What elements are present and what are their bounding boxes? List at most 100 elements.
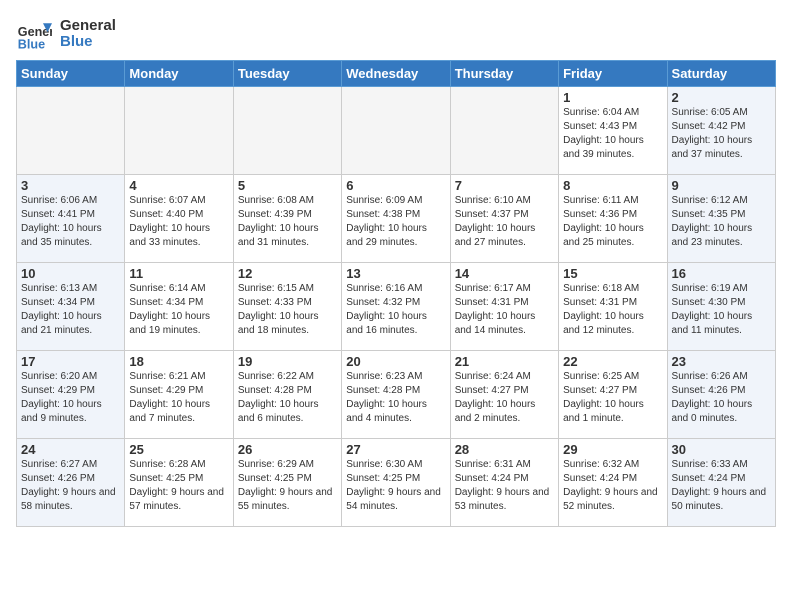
logo-blue: Blue	[60, 34, 116, 51]
calendar-week-5: 24Sunrise: 6:27 AM Sunset: 4:26 PM Dayli…	[17, 439, 776, 527]
logo-general: General	[60, 18, 116, 35]
calendar-cell: 18Sunrise: 6:21 AM Sunset: 4:29 PM Dayli…	[125, 351, 233, 439]
col-header-wednesday: Wednesday	[342, 61, 450, 87]
day-info: Sunrise: 6:11 AM Sunset: 4:36 PM Dayligh…	[563, 194, 662, 250]
day-info: Sunrise: 6:09 AM Sunset: 4:38 PM Dayligh…	[346, 194, 445, 250]
day-number: 2	[672, 90, 771, 105]
day-info: Sunrise: 6:18 AM Sunset: 4:31 PM Dayligh…	[563, 282, 662, 338]
logo-icon: General Blue	[16, 16, 52, 52]
col-header-friday: Friday	[559, 61, 667, 87]
calendar-cell	[233, 87, 341, 175]
day-number: 8	[563, 178, 662, 193]
calendar-cell: 7Sunrise: 6:10 AM Sunset: 4:37 PM Daylig…	[450, 175, 558, 263]
day-number: 30	[672, 442, 771, 457]
calendar-cell: 26Sunrise: 6:29 AM Sunset: 4:25 PM Dayli…	[233, 439, 341, 527]
day-info: Sunrise: 6:15 AM Sunset: 4:33 PM Dayligh…	[238, 282, 337, 338]
day-number: 4	[129, 178, 228, 193]
day-info: Sunrise: 6:21 AM Sunset: 4:29 PM Dayligh…	[129, 370, 228, 426]
calendar-cell: 21Sunrise: 6:24 AM Sunset: 4:27 PM Dayli…	[450, 351, 558, 439]
calendar-table: SundayMondayTuesdayWednesdayThursdayFrid…	[16, 60, 776, 527]
svg-text:Blue: Blue	[18, 37, 45, 51]
day-info: Sunrise: 6:16 AM Sunset: 4:32 PM Dayligh…	[346, 282, 445, 338]
calendar-cell: 16Sunrise: 6:19 AM Sunset: 4:30 PM Dayli…	[667, 263, 775, 351]
calendar-week-3: 10Sunrise: 6:13 AM Sunset: 4:34 PM Dayli…	[17, 263, 776, 351]
day-number: 1	[563, 90, 662, 105]
calendar-cell: 1Sunrise: 6:04 AM Sunset: 4:43 PM Daylig…	[559, 87, 667, 175]
day-number: 11	[129, 266, 228, 281]
day-number: 3	[21, 178, 120, 193]
day-info: Sunrise: 6:26 AM Sunset: 4:26 PM Dayligh…	[672, 370, 771, 426]
col-header-monday: Monday	[125, 61, 233, 87]
calendar-cell: 25Sunrise: 6:28 AM Sunset: 4:25 PM Dayli…	[125, 439, 233, 527]
day-info: Sunrise: 6:24 AM Sunset: 4:27 PM Dayligh…	[455, 370, 554, 426]
day-info: Sunrise: 6:14 AM Sunset: 4:34 PM Dayligh…	[129, 282, 228, 338]
day-info: Sunrise: 6:17 AM Sunset: 4:31 PM Dayligh…	[455, 282, 554, 338]
calendar-week-4: 17Sunrise: 6:20 AM Sunset: 4:29 PM Dayli…	[17, 351, 776, 439]
day-number: 12	[238, 266, 337, 281]
day-number: 13	[346, 266, 445, 281]
calendar-cell: 17Sunrise: 6:20 AM Sunset: 4:29 PM Dayli…	[17, 351, 125, 439]
calendar-cell: 30Sunrise: 6:33 AM Sunset: 4:24 PM Dayli…	[667, 439, 775, 527]
calendar-cell: 8Sunrise: 6:11 AM Sunset: 4:36 PM Daylig…	[559, 175, 667, 263]
day-number: 7	[455, 178, 554, 193]
calendar-week-2: 3Sunrise: 6:06 AM Sunset: 4:41 PM Daylig…	[17, 175, 776, 263]
calendar-cell: 29Sunrise: 6:32 AM Sunset: 4:24 PM Dayli…	[559, 439, 667, 527]
calendar-cell: 22Sunrise: 6:25 AM Sunset: 4:27 PM Dayli…	[559, 351, 667, 439]
calendar-cell: 9Sunrise: 6:12 AM Sunset: 4:35 PM Daylig…	[667, 175, 775, 263]
day-number: 16	[672, 266, 771, 281]
calendar-header-row: SundayMondayTuesdayWednesdayThursdayFrid…	[17, 61, 776, 87]
day-number: 29	[563, 442, 662, 457]
day-info: Sunrise: 6:32 AM Sunset: 4:24 PM Dayligh…	[563, 458, 662, 514]
day-info: Sunrise: 6:10 AM Sunset: 4:37 PM Dayligh…	[455, 194, 554, 250]
day-number: 19	[238, 354, 337, 369]
day-info: Sunrise: 6:05 AM Sunset: 4:42 PM Dayligh…	[672, 106, 771, 162]
calendar-cell: 2Sunrise: 6:05 AM Sunset: 4:42 PM Daylig…	[667, 87, 775, 175]
day-number: 14	[455, 266, 554, 281]
day-info: Sunrise: 6:27 AM Sunset: 4:26 PM Dayligh…	[21, 458, 120, 514]
day-info: Sunrise: 6:13 AM Sunset: 4:34 PM Dayligh…	[21, 282, 120, 338]
calendar-cell: 4Sunrise: 6:07 AM Sunset: 4:40 PM Daylig…	[125, 175, 233, 263]
calendar-cell: 27Sunrise: 6:30 AM Sunset: 4:25 PM Dayli…	[342, 439, 450, 527]
calendar-cell	[342, 87, 450, 175]
calendar-cell: 14Sunrise: 6:17 AM Sunset: 4:31 PM Dayli…	[450, 263, 558, 351]
calendar-cell: 15Sunrise: 6:18 AM Sunset: 4:31 PM Dayli…	[559, 263, 667, 351]
day-number: 20	[346, 354, 445, 369]
day-number: 10	[21, 266, 120, 281]
calendar-cell: 24Sunrise: 6:27 AM Sunset: 4:26 PM Dayli…	[17, 439, 125, 527]
calendar-cell: 11Sunrise: 6:14 AM Sunset: 4:34 PM Dayli…	[125, 263, 233, 351]
day-number: 6	[346, 178, 445, 193]
day-info: Sunrise: 6:31 AM Sunset: 4:24 PM Dayligh…	[455, 458, 554, 514]
day-info: Sunrise: 6:20 AM Sunset: 4:29 PM Dayligh…	[21, 370, 120, 426]
day-info: Sunrise: 6:06 AM Sunset: 4:41 PM Dayligh…	[21, 194, 120, 250]
day-info: Sunrise: 6:07 AM Sunset: 4:40 PM Dayligh…	[129, 194, 228, 250]
day-info: Sunrise: 6:28 AM Sunset: 4:25 PM Dayligh…	[129, 458, 228, 514]
col-header-sunday: Sunday	[17, 61, 125, 87]
day-number: 23	[672, 354, 771, 369]
day-info: Sunrise: 6:25 AM Sunset: 4:27 PM Dayligh…	[563, 370, 662, 426]
day-number: 25	[129, 442, 228, 457]
calendar-cell: 3Sunrise: 6:06 AM Sunset: 4:41 PM Daylig…	[17, 175, 125, 263]
calendar-cell: 10Sunrise: 6:13 AM Sunset: 4:34 PM Dayli…	[17, 263, 125, 351]
day-info: Sunrise: 6:08 AM Sunset: 4:39 PM Dayligh…	[238, 194, 337, 250]
page-header: General Blue General Blue	[16, 16, 776, 52]
day-info: Sunrise: 6:29 AM Sunset: 4:25 PM Dayligh…	[238, 458, 337, 514]
day-number: 21	[455, 354, 554, 369]
day-info: Sunrise: 6:12 AM Sunset: 4:35 PM Dayligh…	[672, 194, 771, 250]
day-number: 26	[238, 442, 337, 457]
calendar-cell: 5Sunrise: 6:08 AM Sunset: 4:39 PM Daylig…	[233, 175, 341, 263]
calendar-cell: 23Sunrise: 6:26 AM Sunset: 4:26 PM Dayli…	[667, 351, 775, 439]
day-number: 22	[563, 354, 662, 369]
day-info: Sunrise: 6:23 AM Sunset: 4:28 PM Dayligh…	[346, 370, 445, 426]
calendar-cell: 28Sunrise: 6:31 AM Sunset: 4:24 PM Dayli…	[450, 439, 558, 527]
day-number: 27	[346, 442, 445, 457]
calendar-cell: 20Sunrise: 6:23 AM Sunset: 4:28 PM Dayli…	[342, 351, 450, 439]
day-number: 24	[21, 442, 120, 457]
calendar-week-1: 1Sunrise: 6:04 AM Sunset: 4:43 PM Daylig…	[17, 87, 776, 175]
day-number: 18	[129, 354, 228, 369]
day-info: Sunrise: 6:22 AM Sunset: 4:28 PM Dayligh…	[238, 370, 337, 426]
calendar-cell	[450, 87, 558, 175]
calendar-cell	[125, 87, 233, 175]
calendar-cell: 12Sunrise: 6:15 AM Sunset: 4:33 PM Dayli…	[233, 263, 341, 351]
day-number: 5	[238, 178, 337, 193]
day-number: 9	[672, 178, 771, 193]
